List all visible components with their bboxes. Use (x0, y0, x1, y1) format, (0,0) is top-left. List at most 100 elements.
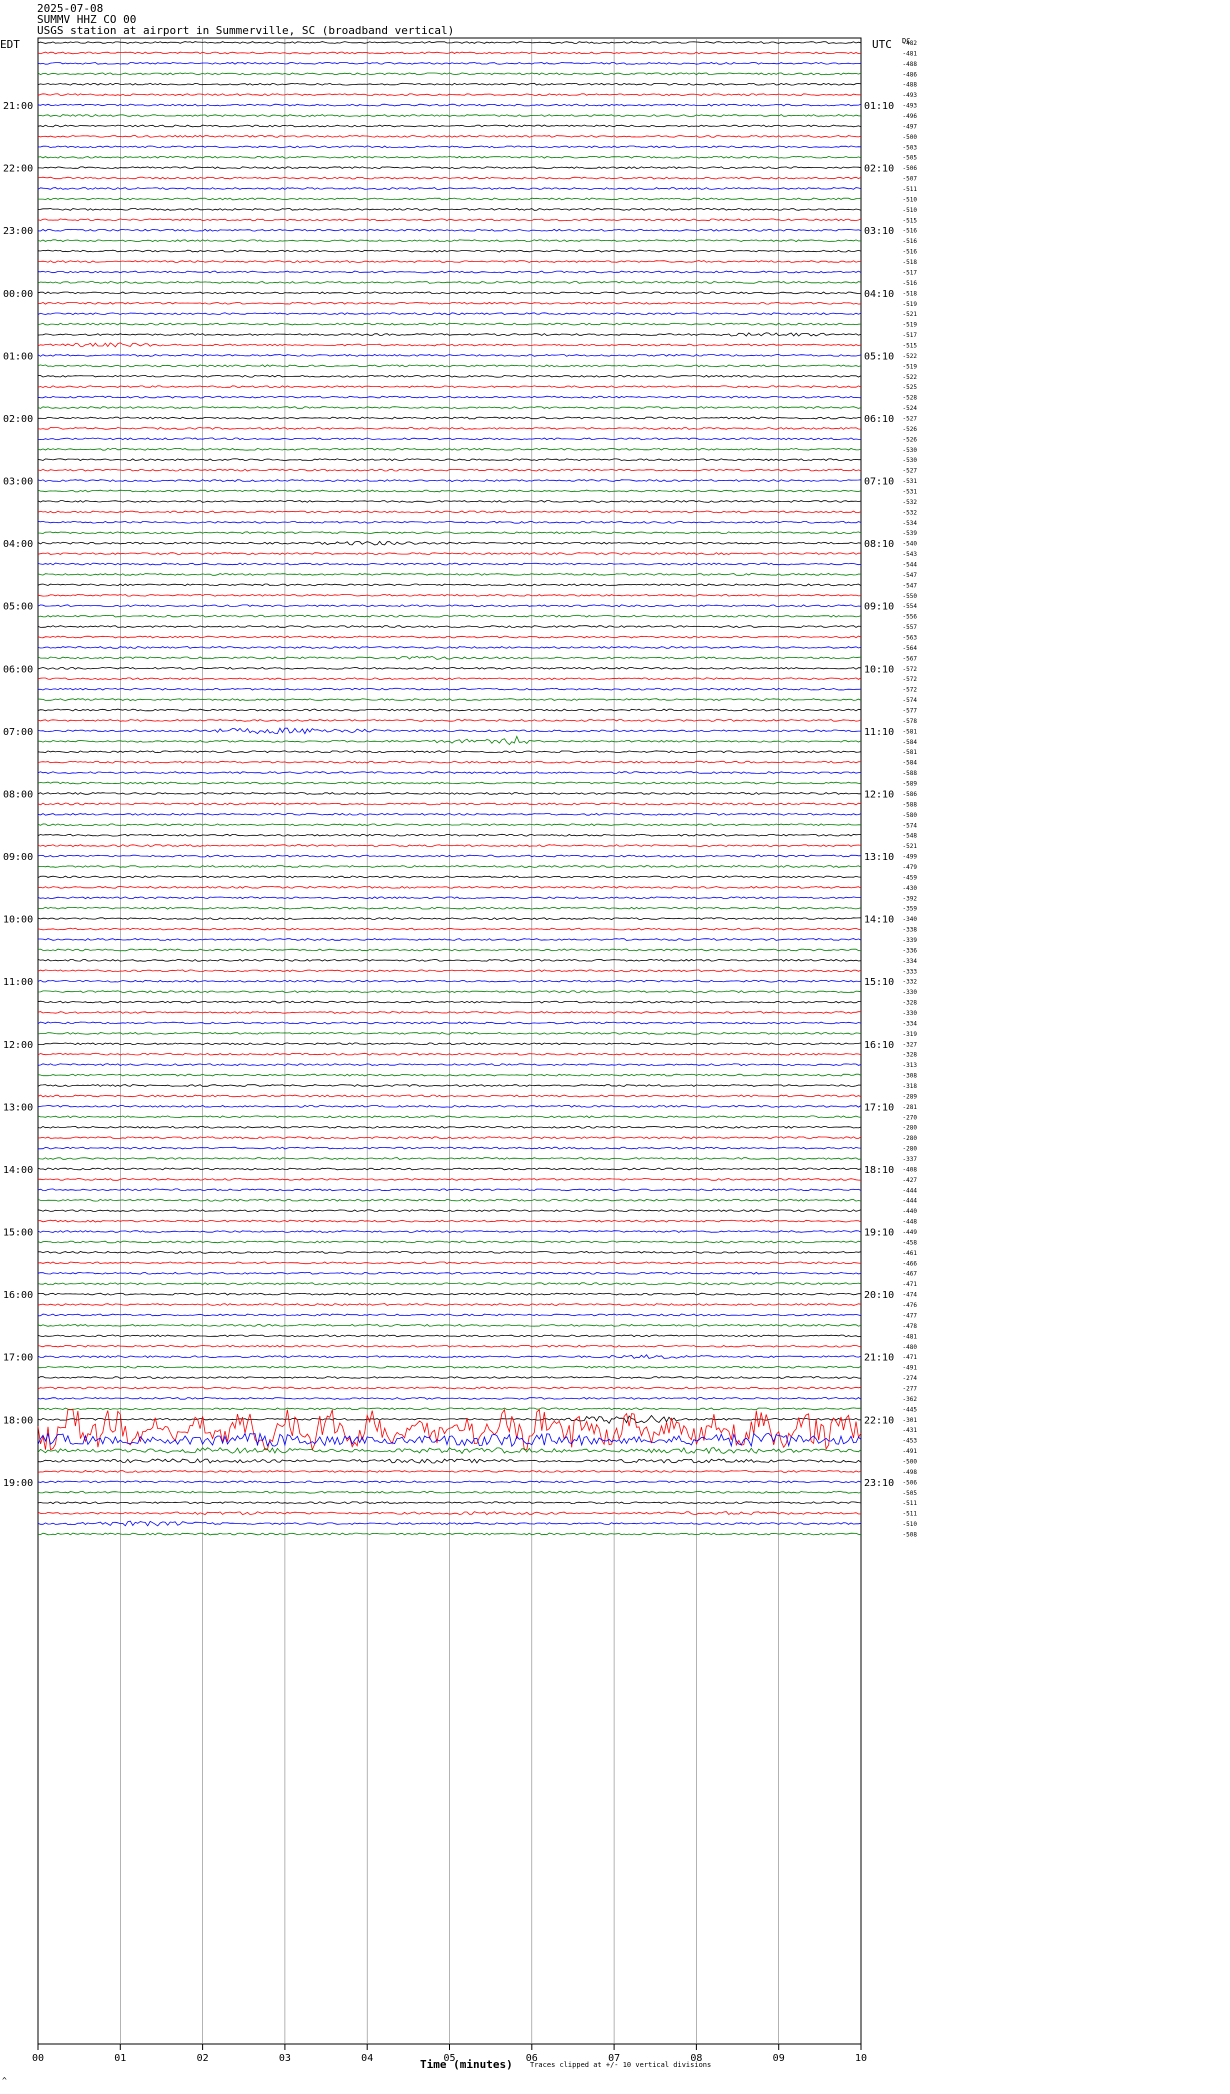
edt-time-label: 11:00 (3, 977, 33, 988)
dc-offset-label: -408 (903, 1166, 918, 1173)
dc-offset-label: -527 (903, 415, 918, 422)
utc-time-label: 10:10 (864, 664, 894, 675)
dc-offset-label: -557 (903, 624, 918, 631)
dc-offset-label: -340 (903, 916, 918, 923)
edt-time-label: 17:00 (3, 1353, 33, 1364)
utc-time-label: 19:10 (864, 1228, 894, 1239)
edt-time-label: 03:00 (3, 477, 33, 488)
dc-offset-label: -508 (903, 1531, 918, 1538)
dc-offset-label: -574 (903, 697, 918, 704)
dc-offset-label: -467 (903, 1271, 918, 1278)
edt-time-label: 10:00 (3, 915, 33, 926)
dc-offset-label: -527 (903, 468, 918, 475)
x-axis-label: Time (minutes) (420, 2058, 513, 2071)
utc-time-label: 04:10 (864, 289, 894, 300)
corner-mark: ^ (2, 2076, 7, 2085)
dc-offset-label: -505 (903, 155, 918, 162)
edt-time-label: 23:00 (3, 226, 33, 237)
dc-offset-label: -445 (903, 1406, 918, 1413)
dc-offset-label: -531 (903, 488, 918, 495)
dc-offset-label: -498 (903, 1469, 918, 1476)
dc-offset-label: -518 (903, 259, 918, 266)
dc-offset-label: -522 (903, 353, 918, 360)
utc-time-label: 08:10 (864, 539, 894, 550)
dc-offset-label: -547 (903, 582, 918, 589)
utc-time-label: 18:10 (864, 1165, 894, 1176)
dc-offset-label: -567 (903, 655, 918, 662)
edt-time-label: 02:00 (3, 414, 33, 425)
utc-time-label: 21:10 (864, 1353, 894, 1364)
dc-offset-label: -532 (903, 499, 918, 506)
dc-offset-label: -459 (903, 874, 918, 881)
dc-offset-label: -510 (903, 207, 918, 214)
dc-offset-label: -308 (903, 1073, 918, 1080)
dc-offset-label: -392 (903, 895, 918, 902)
utc-time-label: 23:10 (864, 1478, 894, 1489)
dc-offset-label: -362 (903, 1396, 918, 1403)
dc-offset-label: -517 (903, 332, 918, 339)
dc-offset-label: -330 (903, 1010, 918, 1017)
dc-offset-label: -510 (903, 196, 918, 203)
edt-time-label: 06:00 (3, 664, 33, 675)
dc-offset-label: -336 (903, 947, 918, 954)
dc-offset-label: -511 (903, 1500, 918, 1507)
dc-offset-label: -359 (903, 906, 918, 913)
dc-offset-label: -505 (903, 1490, 918, 1497)
dc-offset-label: -491 (903, 1448, 918, 1455)
dc-offset-label: -334 (903, 958, 918, 965)
dc-offset-label: -564 (903, 645, 918, 652)
utc-time-label: 09:10 (864, 602, 894, 613)
dc-offset-label: -530 (903, 457, 918, 464)
dc-offset-label: -313 (903, 1062, 918, 1069)
dc-offset-label: -482 (903, 40, 918, 47)
dc-offset-label: -301 (903, 1417, 918, 1424)
dc-offset-label: -493 (903, 103, 918, 110)
dc-offset-label: -581 (903, 728, 918, 735)
dc-offset-label: -550 (903, 593, 918, 600)
utc-time-label: 15:10 (864, 977, 894, 988)
dc-offset-label: -488 (903, 82, 918, 89)
dc-offset-label: -578 (903, 718, 918, 725)
edt-time-label: 01:00 (3, 351, 33, 362)
dc-offset-label: -280 (903, 1135, 918, 1142)
dc-offset-label: -338 (903, 927, 918, 934)
utc-time-label: 22:10 (864, 1415, 894, 1426)
x-tick-label: 00 (32, 2053, 44, 2064)
dc-offset-label: -277 (903, 1385, 918, 1392)
dc-offset-label: -548 (903, 833, 918, 840)
dc-offset-label: -471 (903, 1354, 918, 1361)
dc-offset-label: -521 (903, 843, 918, 850)
utc-time-label: 05:10 (864, 351, 894, 362)
dc-offset-label: -466 (903, 1260, 918, 1267)
dc-offset-label: -488 (903, 61, 918, 68)
dc-offset-label: -572 (903, 666, 918, 673)
utc-time-label: 07:10 (864, 477, 894, 488)
x-tick-label: 01 (114, 2053, 126, 2064)
edt-time-label: 19:00 (3, 1478, 33, 1489)
edt-time-label: 08:00 (3, 789, 33, 800)
dc-offset-label: -337 (903, 1156, 918, 1163)
dc-offset-label: -534 (903, 520, 918, 527)
utc-time-label: 16:10 (864, 1040, 894, 1051)
dc-offset-label: -554 (903, 603, 918, 610)
dc-offset-label: -280 (903, 1146, 918, 1153)
dc-offset-label: -556 (903, 614, 918, 621)
dc-offset-label: -497 (903, 123, 918, 130)
dc-offset-label: -574 (903, 822, 918, 829)
dc-offset-label: -510 (903, 1521, 918, 1528)
dc-offset-label: -476 (903, 1302, 918, 1309)
utc-time-label: 13:10 (864, 852, 894, 863)
x-tick-label: 10 (855, 2053, 867, 2064)
dc-offset-label: -524 (903, 405, 918, 412)
dc-offset-label: -448 (903, 1219, 918, 1226)
edt-time-label: 15:00 (3, 1228, 33, 1239)
clipping-note: Traces clipped at +/- 10 vertical divisi… (530, 2061, 712, 2069)
dc-offset-label: -328 (903, 1000, 918, 1007)
dc-offset-label: -334 (903, 1020, 918, 1027)
dc-offset-label: -580 (903, 812, 918, 819)
dc-offset-label: -430 (903, 885, 918, 892)
dc-offset-label: -588 (903, 770, 918, 777)
dc-offset-label: -516 (903, 249, 918, 256)
dc-offset-label: -289 (903, 1093, 918, 1100)
dc-offset-label: -531 (903, 478, 918, 485)
